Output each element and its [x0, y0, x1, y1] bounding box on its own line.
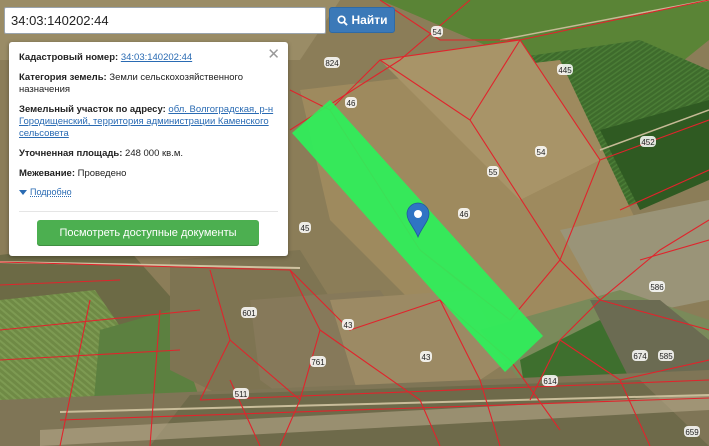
view-documents-button[interactable]: Посмотреть доступные документы [37, 220, 259, 246]
area-row: Уточненная площадь: 248 000 кв.м. [19, 148, 278, 160]
survey-value: Проведено [77, 168, 127, 179]
chevron-down-icon [19, 189, 27, 195]
address-label: Земельный участок по адресу: [19, 104, 166, 115]
parcel-number: 45 [301, 224, 310, 233]
parcel-number: 824 [325, 59, 339, 68]
parcel-number: 761 [311, 358, 325, 367]
area-value: 248 000 кв.м. [125, 148, 184, 159]
divider [19, 211, 278, 212]
survey-row: Межевание: Проведено [19, 168, 278, 180]
parcel-number: 54 [537, 148, 546, 157]
parcel-number: 43 [422, 353, 431, 362]
search-button-label: Найти [351, 13, 388, 27]
land-category-label: Категория земель: [19, 72, 107, 83]
parcel-number: 43 [344, 321, 353, 330]
search-icon [336, 14, 348, 26]
area-label: Уточненная площадь: [19, 148, 123, 159]
details-toggle-label: Подробно [30, 187, 72, 197]
cadastral-number-link[interactable]: 34:03:140202:44 [121, 52, 192, 63]
parcel-number: 511 [235, 390, 248, 399]
parcel-info-panel: ✕ Кадастровый номер: 34:03:140202:44 Кат… [9, 42, 288, 256]
parcel-number: 601 [242, 309, 256, 318]
cadastral-search-input[interactable] [4, 7, 326, 34]
parcel-number: 614 [543, 377, 557, 386]
parcel-number: 46 [460, 210, 469, 219]
parcel-number: 659 [685, 428, 699, 437]
cadastral-number-row: Кадастровый номер: 34:03:140202:44 [19, 52, 278, 64]
details-toggle[interactable]: Подробно [19, 187, 278, 197]
parcel-number: 452 [641, 138, 655, 147]
parcel-number: 445 [558, 66, 572, 75]
cadastral-number-label: Кадастровый номер: [19, 52, 119, 63]
close-icon[interactable]: ✕ [267, 47, 280, 62]
parcel-number: 46 [347, 99, 356, 108]
parcel-number: 585 [659, 352, 673, 361]
search-button[interactable]: Найти [329, 7, 395, 33]
parcel-number: 674 [633, 352, 647, 361]
land-category-row: Категория земель: Земли сельскохозяйстве… [19, 72, 278, 96]
survey-label: Межевание: [19, 168, 75, 179]
parcel-number: 55 [489, 168, 498, 177]
parcel-number: 54 [433, 28, 442, 37]
address-row: Земельный участок по адресу: обл. Волгог… [19, 104, 278, 140]
parcel-number: 586 [650, 283, 664, 292]
